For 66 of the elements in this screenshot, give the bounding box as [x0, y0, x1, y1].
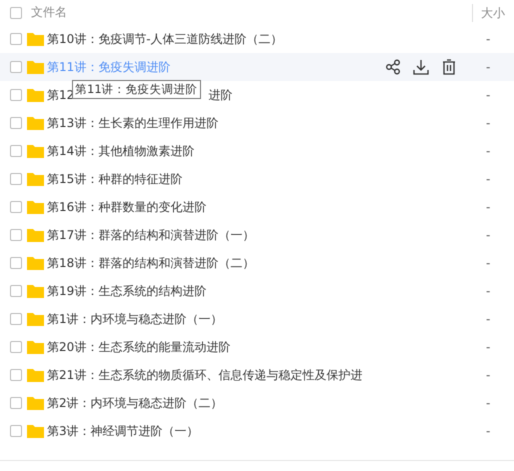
row-checkbox[interactable] [10, 229, 22, 241]
folder-icon [27, 172, 44, 186]
file-size: - [485, 60, 492, 74]
file-name[interactable]: 第20讲：生态系统的能量流动进阶 [47, 338, 230, 356]
column-header[interactable]: 大小 [472, 4, 514, 22]
file-name[interactable]: 第17讲：群落的结构和演替进阶（一） [47, 226, 254, 244]
row-checkbox[interactable] [10, 117, 22, 129]
folder-icon [27, 32, 44, 46]
row-checkbox[interactable] [10, 89, 22, 101]
file-size: - [485, 368, 492, 382]
folder-icon [27, 60, 44, 74]
file-size: - [485, 32, 492, 46]
file-size: - [485, 88, 492, 102]
row-checkbox[interactable] [10, 33, 22, 45]
file-name[interactable]: 第13讲：生长素的生理作用进阶 [47, 114, 218, 132]
file-name[interactable]: 第1讲：内环境与稳态进阶（一） [47, 310, 223, 328]
file-size: - [485, 116, 492, 130]
folder-icon [27, 256, 44, 270]
file-size: - [485, 256, 492, 270]
folder-icon [27, 424, 44, 438]
row-checkbox[interactable] [10, 369, 22, 381]
row-checkbox[interactable] [10, 145, 22, 157]
row-checkbox[interactable] [10, 313, 22, 325]
folder-icon [27, 312, 44, 326]
row-checkbox[interactable] [10, 61, 22, 73]
folder-icon [27, 284, 44, 298]
file-name[interactable]: 第10讲：免疫调节-人体三道防线进阶（二） [47, 30, 283, 48]
row-checkbox[interactable] [10, 285, 22, 297]
download-icon[interactable] [412, 58, 430, 76]
folder-icon [27, 368, 44, 382]
file-size: - [485, 340, 492, 354]
file-name[interactable]: 第19讲：生态系统的结构进阶 [47, 282, 206, 300]
row-checkbox[interactable] [10, 201, 22, 213]
folder-icon [27, 88, 44, 102]
folder-icon [27, 144, 44, 158]
file-name[interactable]: 第18讲：群落的结构和演替进阶（二） [47, 254, 254, 272]
row-checkbox[interactable] [10, 341, 22, 353]
select-all-checkbox[interactable] [10, 6, 22, 18]
folder-icon [27, 228, 44, 242]
file-size: - [485, 424, 492, 438]
file-name[interactable]: 第15讲：种群的特征进阶 [47, 170, 182, 188]
folder-icon [27, 396, 44, 410]
file-name[interactable]: 第21讲：生态系统的物质循环、信息传递与稳定性及保护进 [47, 366, 362, 384]
file-size: - [485, 144, 492, 158]
file-size: - [485, 284, 492, 298]
column-header[interactable]: 文件名 [31, 4, 67, 21]
row-checkbox[interactable] [10, 425, 22, 437]
file-name[interactable]: 进阶 [208, 86, 232, 104]
file-size: - [485, 172, 492, 186]
file-name[interactable]: 第16讲：种群数量的变化进阶 [47, 198, 206, 216]
file-size: - [485, 396, 492, 410]
tooltip: 第11讲：免疫失调进阶 [72, 80, 201, 99]
folder-icon [27, 340, 44, 354]
file-size: - [485, 200, 492, 214]
row-checkbox[interactable] [10, 173, 22, 185]
file-name[interactable]: 第14讲：其他植物激素进阶 [47, 142, 194, 160]
share-icon[interactable] [384, 58, 402, 76]
row-checkbox[interactable] [10, 397, 22, 409]
delete-icon[interactable] [440, 58, 458, 76]
file-name[interactable]: 第2讲：内环境与稳态进阶（二） [47, 394, 223, 412]
row-checkbox[interactable] [10, 257, 22, 269]
file-size: - [485, 312, 492, 326]
folder-icon [27, 200, 44, 214]
file-name[interactable]: 第3讲：神经调节进阶（一） [47, 422, 199, 440]
folder-icon [27, 116, 44, 130]
file-size: - [485, 228, 492, 242]
